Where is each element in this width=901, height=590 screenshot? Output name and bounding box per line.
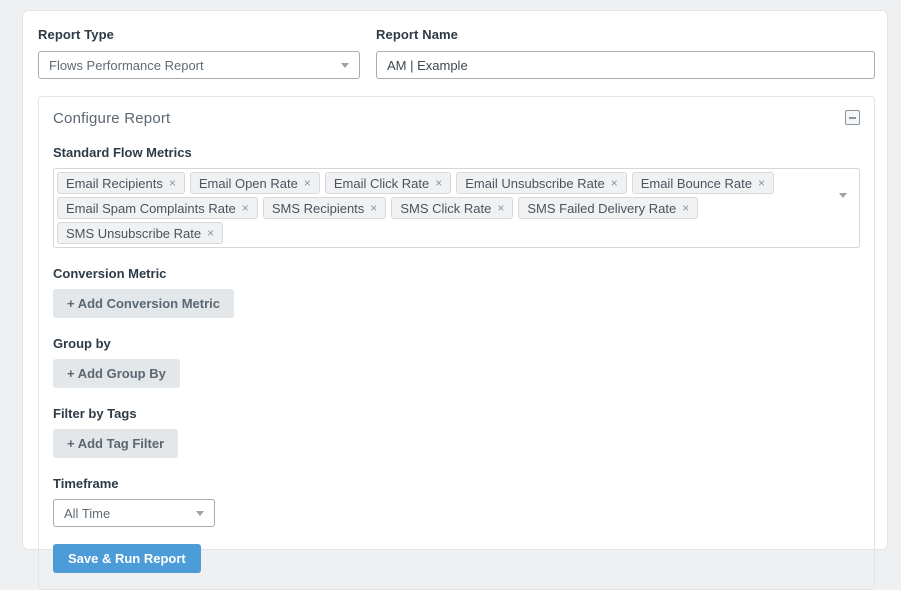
standard-flow-metrics-label: Standard Flow Metrics xyxy=(53,145,860,160)
collapse-panel-button[interactable] xyxy=(845,110,860,125)
remove-metric-icon[interactable]: × xyxy=(370,202,377,214)
report-header-row: Report Type Flows Performance Report Rep… xyxy=(38,27,875,79)
metric-tag-label: Email Unsubscribe Rate xyxy=(465,176,604,191)
remove-metric-icon[interactable]: × xyxy=(242,202,249,214)
remove-metric-icon[interactable]: × xyxy=(207,227,214,239)
add-group-by-button[interactable]: + Add Group By xyxy=(53,359,180,388)
remove-metric-icon[interactable]: × xyxy=(682,202,689,214)
report-type-value: Flows Performance Report xyxy=(49,58,341,73)
conversion-metric-label: Conversion Metric xyxy=(53,266,860,281)
metric-tag: Email Click Rate × xyxy=(325,172,451,194)
metric-tag-label: SMS Click Rate xyxy=(400,201,491,216)
configure-report-title: Configure Report xyxy=(53,110,170,127)
chevron-down-icon xyxy=(341,63,349,68)
minus-icon xyxy=(849,117,856,119)
metric-tag: Email Spam Complaints Rate × xyxy=(57,197,258,219)
configure-report-header: Configure Report xyxy=(53,110,860,127)
metric-tag-label: SMS Failed Delivery Rate xyxy=(527,201,676,216)
metric-tag: SMS Failed Delivery Rate × xyxy=(518,197,698,219)
remove-metric-icon[interactable]: × xyxy=(304,177,311,189)
save-and-run-report-button[interactable]: Save & Run Report xyxy=(53,544,201,573)
remove-metric-icon[interactable]: × xyxy=(758,177,765,189)
metric-tag-label: SMS Recipients xyxy=(272,201,364,216)
remove-metric-icon[interactable]: × xyxy=(611,177,618,189)
remove-metric-icon[interactable]: × xyxy=(169,177,176,189)
report-type-field: Report Type Flows Performance Report xyxy=(38,27,360,79)
filter-by-tags-label: Filter by Tags xyxy=(53,406,860,421)
remove-metric-icon[interactable]: × xyxy=(497,202,504,214)
configure-report-panel: Configure Report Standard Flow Metrics E… xyxy=(38,96,875,590)
metric-tag: Email Recipients × xyxy=(57,172,185,194)
remove-metric-icon[interactable]: × xyxy=(435,177,442,189)
metric-tag: Email Open Rate × xyxy=(190,172,320,194)
metric-tag-label: Email Click Rate xyxy=(334,176,429,191)
add-tag-filter-button[interactable]: + Add Tag Filter xyxy=(53,429,178,458)
metric-tag-label: Email Spam Complaints Rate xyxy=(66,201,236,216)
add-conversion-metric-button[interactable]: + Add Conversion Metric xyxy=(53,289,234,318)
metric-tag-label: Email Open Rate xyxy=(199,176,298,191)
metric-tag: SMS Recipients × xyxy=(263,197,387,219)
report-name-input[interactable] xyxy=(376,51,875,79)
standard-flow-metrics-multiselect[interactable]: Email Recipients×Email Open Rate×Email C… xyxy=(53,168,860,248)
metric-tag: Email Bounce Rate × xyxy=(632,172,774,194)
metric-tag-label: SMS Unsubscribe Rate xyxy=(66,226,201,241)
report-type-select[interactable]: Flows Performance Report xyxy=(38,51,360,79)
report-name-field: Report Name xyxy=(376,27,875,79)
chevron-down-icon xyxy=(839,193,847,198)
report-type-label: Report Type xyxy=(38,27,360,42)
chevron-down-icon xyxy=(196,511,204,516)
report-name-label: Report Name xyxy=(376,27,875,42)
metric-tag: SMS Click Rate × xyxy=(391,197,513,219)
timeframe-value: All Time xyxy=(64,506,196,521)
group-by-label: Group by xyxy=(53,336,860,351)
metric-tag: SMS Unsubscribe Rate × xyxy=(57,222,223,244)
timeframe-select[interactable]: All Time xyxy=(53,499,215,527)
metric-tag: Email Unsubscribe Rate × xyxy=(456,172,626,194)
report-builder-card: Report Type Flows Performance Report Rep… xyxy=(22,10,888,550)
metric-tag-label: Email Bounce Rate xyxy=(641,176,752,191)
metric-tag-label: Email Recipients xyxy=(66,176,163,191)
timeframe-label: Timeframe xyxy=(53,476,860,491)
